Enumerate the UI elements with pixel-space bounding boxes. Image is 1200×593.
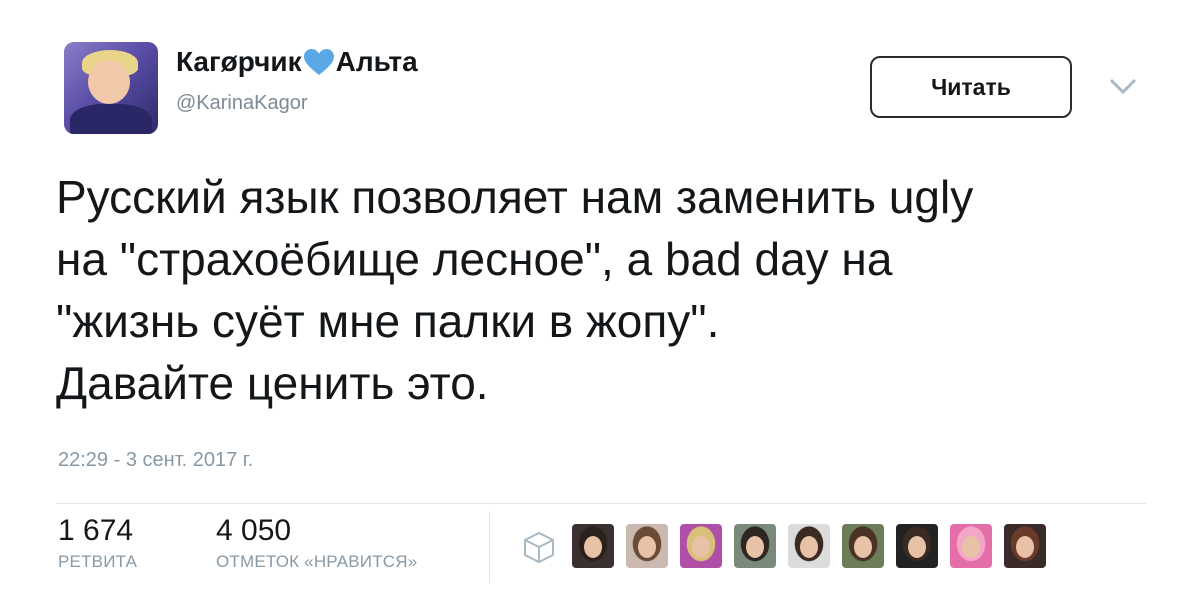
tweet-line: Давайте ценить это. [56,357,489,409]
likes-count: 4 050 [216,514,292,547]
liker-avatar-face [692,536,710,558]
retweet-label: РЕТВИТА [58,552,138,571]
liker-avatar[interactable] [950,524,992,568]
liker-avatar[interactable] [572,524,614,568]
chevron-down-icon[interactable] [1108,76,1138,96]
liker-avatar-face [908,536,926,558]
tweet-line: "жизнь суёт мне палки в жопу". [56,295,720,347]
liker-avatar[interactable] [788,524,830,568]
likers-list [572,524,1046,568]
liker-avatar[interactable] [680,524,722,568]
likes-label: ОТМЕТОК «НРАВИТСЯ» [216,552,418,571]
liker-avatar-face [1016,536,1034,558]
display-name[interactable]: Кагøрчик Альта [176,46,418,78]
divider [56,503,1146,504]
tweet-text: Русский язык позволяет нам заменить ugly… [56,166,1156,414]
liker-avatar[interactable] [1004,524,1046,568]
liker-avatar-face [746,536,764,558]
liker-avatar[interactable] [896,524,938,568]
liker-avatar-face [584,536,602,558]
tweet-line: Русский язык позволяет нам заменить ugly [56,171,974,223]
liker-avatar[interactable] [842,524,884,568]
likes-stat[interactable]: 4 050 ОТМЕТОК «НРАВИТСЯ» [216,514,417,572]
tweet-timestamp[interactable]: 22:29 - 3 сент. 2017 г. [58,449,253,472]
retweet-stat[interactable]: 1 674 РЕТВИТА [58,514,137,572]
avatar-face [88,60,130,104]
liker-avatar[interactable] [734,524,776,568]
cube-icon [524,531,554,564]
liker-avatar-face [854,536,872,558]
avatar-shirt [70,104,152,134]
display-name-part2: Альта [335,46,418,77]
tweet-line: на "страхоёбище лесное", а bad day на [56,233,893,285]
liker-avatar-face [800,536,818,558]
liker-avatar-face [962,536,980,558]
display-name-part1: Кагøрчик [176,46,302,77]
stats-divider [489,511,490,583]
follow-button[interactable]: Читать [870,56,1072,118]
liker-avatar[interactable] [626,524,668,568]
user-handle[interactable]: @KarinaKagor [176,92,307,115]
retweet-count: 1 674 [58,514,134,547]
avatar[interactable] [64,42,158,134]
blue-heart-icon [303,49,334,75]
liker-avatar-face [638,536,656,558]
